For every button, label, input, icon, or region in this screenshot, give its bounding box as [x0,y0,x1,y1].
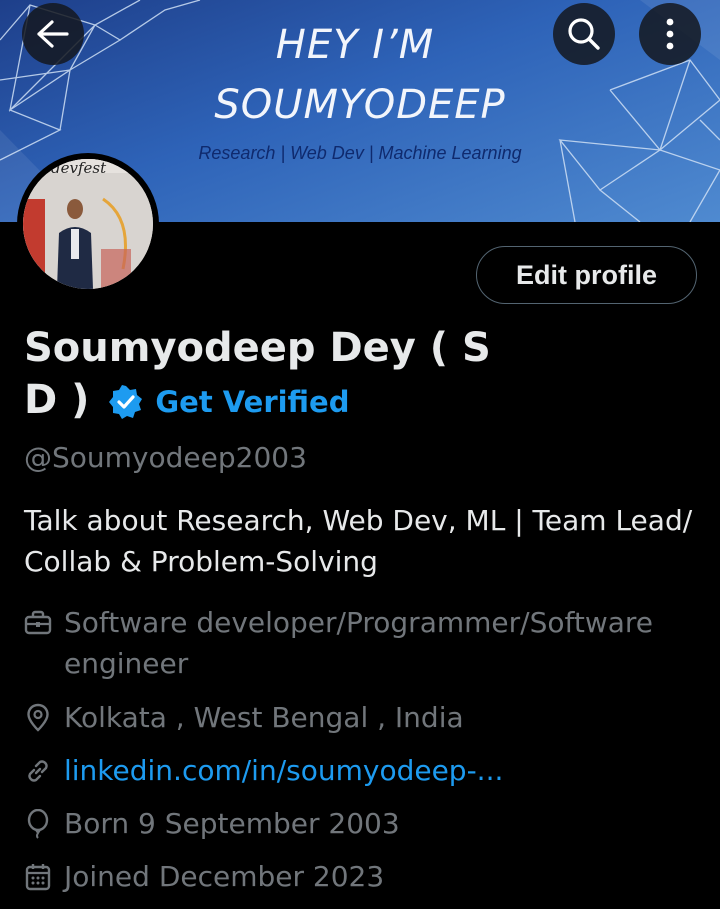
location-icon [22,697,54,738]
back-button[interactable] [22,3,84,65]
website-link[interactable]: linkedin.com/in/soumyodeep-... [64,750,684,791]
location-row: Kolkata , West Bengal , India [22,697,684,738]
more-vertical-icon [666,18,674,50]
birthday-row: Born 9 September 2003 [22,803,684,844]
avatar-text: devfest [51,159,107,177]
get-verified-link[interactable]: Get Verified [155,376,349,428]
avatar-photo: devfest [23,159,153,289]
username-handle: @Soumyodeep2003 [24,441,307,474]
banner-heading-line2: SOUMYODEEP [214,82,506,128]
display-name: Soumyodeep Dey ( S D ) Get Verified [24,322,494,428]
joined-row: Joined December 2023 [22,856,684,897]
search-icon [568,18,600,50]
avatar[interactable]: devfest [17,153,159,295]
birthday-text: Born 9 September 2003 [64,807,400,840]
more-options-button[interactable] [639,3,701,65]
link-icon [22,750,54,791]
avatar-illustration [23,159,153,289]
profession-row: Software developer/Programmer/Software e… [22,602,684,684]
balloon-icon [22,803,54,844]
search-button[interactable] [553,3,615,65]
profile-bio: Talk about Research, Web Dev, ML | Team … [24,504,693,578]
verified-badge[interactable]: Get Verified [109,376,349,428]
briefcase-icon [22,602,54,643]
joined-text: Joined December 2023 [64,860,385,893]
calendar-icon [22,856,54,897]
location-text: Kolkata , West Bengal , India [64,701,464,734]
website-row[interactable]: linkedin.com/in/soumyodeep-... [22,750,684,791]
arrow-left-icon [37,20,69,48]
verified-badge-icon [109,385,143,419]
edit-profile-button[interactable]: Edit profile [476,246,697,304]
profession-text: Software developer/Programmer/Software e… [64,606,653,680]
